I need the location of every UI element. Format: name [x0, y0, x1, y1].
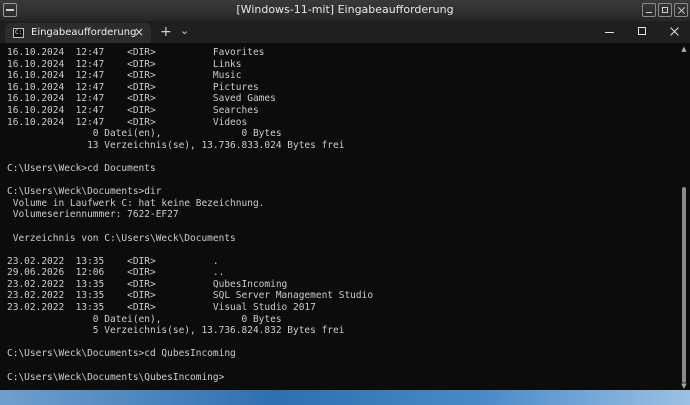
tab-label: Eingabeaufforderung — [31, 27, 137, 38]
console-line: C:\Users\Weck\Documents\QubesIncoming> — [7, 371, 225, 383]
console-line: 16.10.2024 12:47 <DIR> Favorites — [7, 47, 265, 58]
console-line: C:\Users\Weck\Documents>cd QubesIncoming — [7, 348, 236, 360]
maximize-icon[interactable] — [626, 21, 658, 43]
outer-maximize-icon[interactable] — [658, 3, 672, 17]
console-line: Volumeseriennummer: 7622-EF27 — [7, 209, 179, 221]
console-line: C:\Users\Weck>cd Documents — [7, 162, 156, 174]
scrollbar-thumb[interactable] — [682, 187, 686, 383]
console-line: 0 Datei(en), 0 Bytes — [7, 313, 282, 325]
window-controls — [594, 21, 690, 43]
scrollbar[interactable]: ▲ ▼ — [680, 45, 688, 390]
outer-minimize-icon[interactable] — [642, 3, 656, 17]
terminal-window: C:\ Eingabeaufforderung × + ⌄ 16.10.2024… — [0, 21, 690, 390]
console-line: 0 Datei(en), 0 Bytes — [7, 128, 282, 140]
scroll-up-icon[interactable]: ▲ — [680, 45, 688, 53]
tab-eingabeaufforderung[interactable]: C:\ Eingabeaufforderung × — [5, 23, 151, 43]
console-line: 23.02.2022 13:35 <DIR> . — [7, 255, 219, 267]
scroll-down-icon[interactable]: ▼ — [680, 382, 688, 390]
console-line: C:\Users\Weck\Documents>dir — [7, 186, 162, 198]
console-line: Verzeichnis von C:\Users\Weck\Documents — [7, 232, 236, 244]
minimize-icon[interactable] — [594, 21, 626, 43]
console-line: Volume in Laufwerk C: hat keine Bezeichn… — [7, 197, 265, 209]
close-icon[interactable] — [658, 21, 690, 43]
console-line: 23.02.2022 13:35 <DIR> Visual Studio 201… — [7, 302, 316, 314]
console-line: 16.10.2024 12:47 <DIR> Saved Games — [7, 93, 276, 105]
console-output[interactable]: 16.10.2024 12:47 <DIR> Favorites 16.10.20… — [7, 47, 672, 387]
console-line: 5 Verzeichnis(se), 13.736.824.832 Bytes … — [7, 325, 345, 337]
console-line: 16.10.2024 12:47 <DIR> Videos — [7, 116, 248, 128]
console-line: 23.02.2022 13:35 <DIR> QubesIncoming — [7, 278, 288, 290]
outer-titlebar: [Windows-11-mit] Eingabeaufforderung — [0, 0, 690, 22]
chevron-down-icon[interactable]: ⌄ — [180, 24, 189, 37]
outer-window-title: [Windows-11-mit] Eingabeaufforderung — [236, 3, 454, 16]
outer-close-icon[interactable] — [674, 3, 688, 17]
console-line: 16.10.2024 12:47 <DIR> Links — [7, 58, 242, 70]
tab-close-icon[interactable]: × — [134, 25, 144, 39]
console-line: 16.10.2024 12:47 <DIR> Pictures — [7, 81, 259, 93]
console-line: 13 Verzeichnis(se), 13.736.833.024 Bytes… — [7, 139, 345, 151]
desktop-background — [0, 390, 690, 405]
tab-bar: C:\ Eingabeaufforderung × + ⌄ — [0, 21, 690, 43]
outer-window-controls — [642, 3, 688, 17]
console-line: 23.02.2022 13:35 <DIR> SQL Server Manage… — [7, 290, 374, 302]
new-tab-button[interactable]: + — [160, 24, 172, 40]
console-line: 16.10.2024 12:47 <DIR> Music — [7, 70, 242, 82]
console-line: 16.10.2024 12:47 <DIR> Searches — [7, 104, 259, 116]
cmd-icon: C:\ — [13, 28, 24, 38]
console-line: 29.06.2026 12:06 <DIR> .. — [7, 267, 225, 279]
